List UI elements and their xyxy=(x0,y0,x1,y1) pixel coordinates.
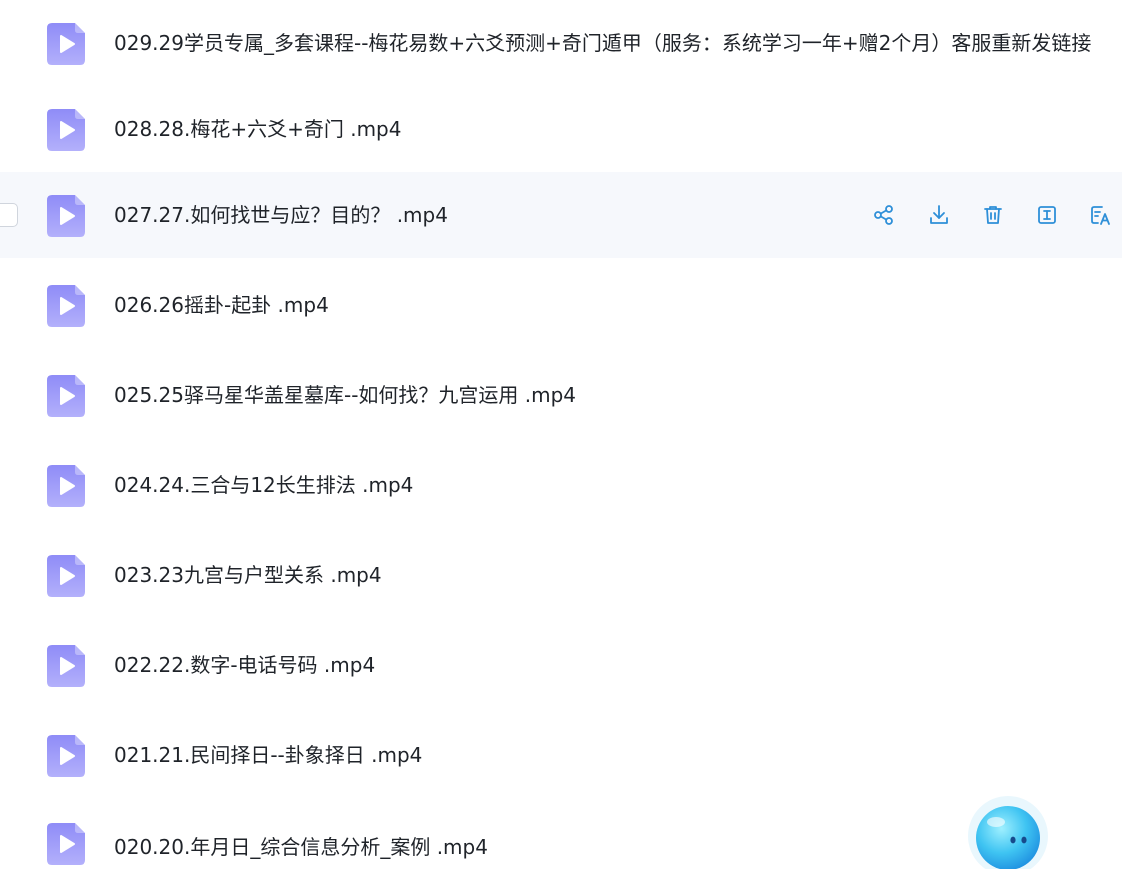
video-file-icon xyxy=(47,823,85,865)
row-checkbox[interactable] xyxy=(0,203,18,227)
share-icon xyxy=(874,205,893,225)
file-name[interactable]: 024.24.三合与12长生排法 .mp4 xyxy=(114,471,413,499)
video-file-icon xyxy=(47,735,85,777)
video-file-icon xyxy=(47,465,85,507)
file-name[interactable]: 029.29学员专属_多套课程--梅花易数+六爻预测+奇门遁甲（服务：系统学习一… xyxy=(114,29,1091,57)
share-button[interactable] xyxy=(870,201,898,229)
file-name[interactable]: 025.25驿马星华盖星墓库--如何找？九宫运用 .mp4 xyxy=(114,381,576,409)
file-row[interactable]: 020.20.年月日_综合信息分析_案例 .mp4 xyxy=(0,783,1122,869)
file-row-hovered[interactable]: 027.27.如何找世与应？目的？ .mp4 xyxy=(0,172,1122,258)
file-row[interactable]: 024.24.三合与12长生排法 .mp4 xyxy=(0,442,1122,528)
file-name[interactable]: 020.20.年月日_综合信息分析_案例 .mp4 xyxy=(114,833,488,861)
video-file-icon xyxy=(47,109,85,151)
delete-icon xyxy=(984,206,1002,224)
file-name[interactable]: 027.27.如何找世与应？目的？ .mp4 xyxy=(114,201,448,229)
file-name[interactable]: 026.26摇卦-起卦 .mp4 xyxy=(114,291,329,319)
ai-translate-button[interactable] xyxy=(1087,201,1115,229)
ai-translate-icon xyxy=(1091,206,1110,225)
file-name[interactable]: 022.22.数字-电话号码 .mp4 xyxy=(114,651,375,679)
file-row[interactable]: 029.29学员专属_多套课程--梅花易数+六爻预测+奇门遁甲（服务：系统学习一… xyxy=(0,0,1122,86)
file-name[interactable]: 021.21.民间择日--卦象择日 .mp4 xyxy=(114,741,422,769)
video-file-icon xyxy=(47,375,85,417)
file-list: 029.29学员专属_多套课程--梅花易数+六爻预测+奇门遁甲（服务：系统学习一… xyxy=(0,0,1122,869)
file-name[interactable]: 023.23九宫与户型关系 .mp4 xyxy=(114,561,382,589)
video-file-icon xyxy=(47,285,85,327)
video-file-icon xyxy=(47,555,85,597)
rename-icon xyxy=(1038,206,1056,224)
video-file-icon xyxy=(47,23,85,65)
rename-button[interactable] xyxy=(1033,201,1061,229)
ai-assistant-mascot-icon[interactable] xyxy=(966,792,1050,869)
file-row[interactable]: 028.28.梅花+六爻+奇门 .mp4 xyxy=(0,86,1122,172)
download-button[interactable] xyxy=(925,201,953,229)
file-row[interactable]: 025.25驿马星华盖星墓库--如何找？九宫运用 .mp4 xyxy=(0,352,1122,438)
file-name[interactable]: 028.28.梅花+六爻+奇门 .mp4 xyxy=(114,115,401,143)
video-file-icon xyxy=(47,645,85,687)
delete-button[interactable] xyxy=(979,201,1007,229)
video-file-icon xyxy=(47,195,85,237)
download-icon xyxy=(930,205,948,224)
file-row[interactable]: 023.23九宫与户型关系 .mp4 xyxy=(0,532,1122,618)
file-row[interactable]: 026.26摇卦-起卦 .mp4 xyxy=(0,262,1122,348)
file-row[interactable]: 022.22.数字-电话号码 .mp4 xyxy=(0,622,1122,708)
